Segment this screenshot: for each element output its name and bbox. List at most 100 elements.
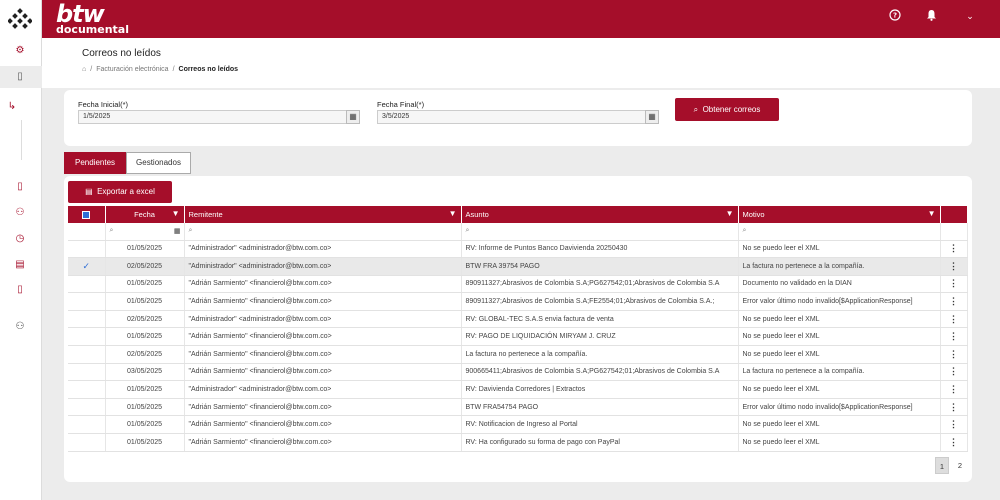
search-cell-empty (940, 223, 968, 241)
more-vertical-icon[interactable]: ⋮ (949, 331, 958, 341)
fetch-emails-button[interactable]: ⌕ Obtener correos (675, 98, 779, 121)
chevron-down-icon[interactable]: ⌄ (962, 9, 978, 23)
help-circle-icon[interactable]: ? (887, 9, 903, 24)
row-checkbox[interactable] (68, 415, 106, 435)
table-row[interactable]: 01/05/2025 "Administrador" <administrador… (68, 380, 968, 399)
more-vertical-icon[interactable]: ⋮ (949, 278, 958, 288)
search-remitente[interactable]: ⌕ (184, 223, 462, 241)
row-actions[interactable]: ⋮ (940, 415, 968, 435)
search-fecha[interactable]: ⌕ ▦ (105, 223, 185, 241)
more-vertical-icon[interactable]: ⋮ (949, 384, 958, 394)
row-checkbox[interactable] (68, 433, 106, 452)
page-button-1[interactable]: 1 (935, 457, 949, 474)
more-vertical-icon[interactable]: ⋮ (949, 314, 958, 324)
table-row[interactable]: 01/05/2025 "Adrián Sarmiento" <financiero… (68, 415, 968, 435)
calendar-icon[interactable]: ▦ (645, 110, 659, 124)
more-vertical-icon[interactable]: ⋮ (949, 296, 958, 306)
search-asunto[interactable]: ⌕ (461, 223, 739, 241)
row-actions[interactable]: ⋮ (940, 240, 968, 259)
table-row[interactable]: ✓ 02/05/2025 "Administrador" <administrado… (68, 257, 968, 276)
more-vertical-icon[interactable]: ⋮ (949, 243, 958, 253)
row-checkbox[interactable] (68, 240, 106, 259)
file-excel-icon: ▤ (85, 187, 93, 196)
more-vertical-icon[interactable]: ⋮ (949, 366, 958, 376)
export-excel-button[interactable]: ▤ Exportar a excel (68, 181, 172, 203)
row-checkbox[interactable] (68, 363, 106, 382)
col-fecha[interactable]: Fecha ▼ (105, 206, 185, 223)
end-date-field[interactable]: 3/5/2025 (377, 110, 646, 124)
cell-fecha: 02/05/2025 (105, 257, 185, 276)
row-actions[interactable]: ⋮ (940, 292, 968, 311)
users-icon[interactable]: ⚇ (14, 321, 26, 333)
cell-remitente: "Adrián Sarmiento" <financierol@btw.com.… (184, 363, 462, 382)
more-vertical-icon[interactable]: ⋮ (949, 349, 958, 359)
clock-icon[interactable]: ◷ (14, 233, 26, 245)
pdf-icon[interactable]: ▯ (14, 284, 26, 296)
cell-motivo: No se puedo leer el XML (738, 415, 941, 435)
row-checkbox[interactable]: ✓ (68, 257, 106, 276)
table-row[interactable]: 02/05/2025 "Adrián Sarmiento" <financiero… (68, 345, 968, 364)
calendar-icon[interactable]: ▦ (174, 227, 181, 235)
table-row[interactable]: 02/05/2025 "Administrador" <administrador… (68, 310, 968, 329)
row-actions[interactable]: ⋮ (940, 380, 968, 399)
cell-asunto: La factura no pertenece a la compañía. (461, 345, 739, 364)
file-icon[interactable]: ▯ (14, 181, 26, 193)
row-checkbox[interactable] (68, 275, 106, 294)
row-checkbox[interactable] (68, 292, 106, 311)
table-row[interactable]: 01/05/2025 "Adrián Sarmiento" <financiero… (68, 398, 968, 417)
table-row[interactable]: 01/05/2025 "Adrián Sarmiento" <financiero… (68, 275, 968, 294)
col-asunto[interactable]: Asunto ▼ (461, 206, 739, 223)
calendar-icon[interactable]: ▦ (346, 110, 360, 124)
book-icon[interactable]: ▤ (14, 259, 26, 271)
table-row[interactable]: 03/05/2025 "Adrián Sarmiento" <financiero… (68, 363, 968, 382)
settings-icon[interactable]: ⚙ (14, 45, 26, 57)
breadcrumb-item[interactable]: Facturación electrónica (96, 66, 168, 73)
row-checkbox[interactable] (68, 310, 106, 329)
table-row[interactable]: 01/05/2025 "Adrián Sarmiento" <financiero… (68, 292, 968, 311)
row-actions[interactable]: ⋮ (940, 310, 968, 329)
start-date-field[interactable]: 1/5/2025 (78, 110, 347, 124)
filter-icon[interactable]: ▼ (726, 210, 734, 218)
table-row[interactable]: 01/05/2025 "Adrián Sarmiento" <financiero… (68, 327, 968, 347)
row-checkbox[interactable] (68, 398, 106, 417)
table-row[interactable]: 01/05/2025 "Administrador" <administrador… (68, 240, 968, 259)
cell-asunto: 900665411;Abrasivos de Colombia S.A;PG62… (461, 363, 739, 382)
more-vertical-icon[interactable]: ⋮ (949, 402, 958, 412)
search-motivo[interactable]: ⌕ (738, 223, 941, 241)
bell-icon[interactable] (923, 9, 939, 24)
page-button-2[interactable]: 2 (953, 457, 967, 474)
row-actions[interactable]: ⋮ (940, 257, 968, 276)
row-checkbox[interactable] (68, 345, 106, 364)
more-vertical-icon[interactable]: ⋮ (949, 437, 958, 447)
more-vertical-icon[interactable]: ⋮ (949, 261, 958, 271)
brand-logo[interactable]: btw documental (56, 2, 129, 35)
redirect-arrow-icon[interactable]: ↳ (6, 101, 18, 113)
tab-gestionados[interactable]: Gestionados (126, 152, 191, 174)
row-actions[interactable]: ⋮ (940, 327, 968, 347)
filter-icon[interactable]: ▼ (928, 210, 936, 218)
app-logo-icon[interactable] (8, 8, 32, 32)
filter-icon[interactable]: ▼ (172, 210, 180, 218)
check-icon[interactable]: ✓ (82, 261, 90, 271)
cell-fecha: 01/05/2025 (105, 380, 185, 399)
row-actions[interactable]: ⋮ (940, 363, 968, 382)
row-actions[interactable]: ⋮ (940, 275, 968, 294)
filter-icon[interactable]: ▼ (449, 210, 457, 218)
row-actions[interactable]: ⋮ (940, 398, 968, 417)
cell-fecha: 01/05/2025 (105, 433, 185, 452)
document-icon[interactable]: ▯ (14, 71, 26, 83)
select-all-checkbox[interactable] (68, 206, 106, 223)
row-checkbox[interactable] (68, 327, 106, 347)
row-actions[interactable]: ⋮ (940, 345, 968, 364)
user-edit-icon[interactable]: ⚇ (14, 207, 26, 219)
cell-asunto: 890911327;Abrasivos de Colombia S.A;FE25… (461, 292, 739, 311)
row-checkbox[interactable] (68, 380, 106, 399)
more-vertical-icon[interactable]: ⋮ (949, 419, 958, 429)
row-actions[interactable]: ⋮ (940, 433, 968, 452)
col-motivo[interactable]: Motivo ▼ (738, 206, 941, 223)
cell-asunto: RV: PAGO DE LIQUIDACIÓN MIRYAM J. CRUZ (461, 327, 739, 347)
home-icon[interactable]: ⌂ (82, 66, 86, 73)
col-remitente[interactable]: Remitente ▼ (184, 206, 462, 223)
table-row[interactable]: 01/05/2025 "Adrián Sarmiento" <financiero… (68, 433, 968, 452)
tab-pendientes[interactable]: Pendientes (64, 152, 126, 174)
